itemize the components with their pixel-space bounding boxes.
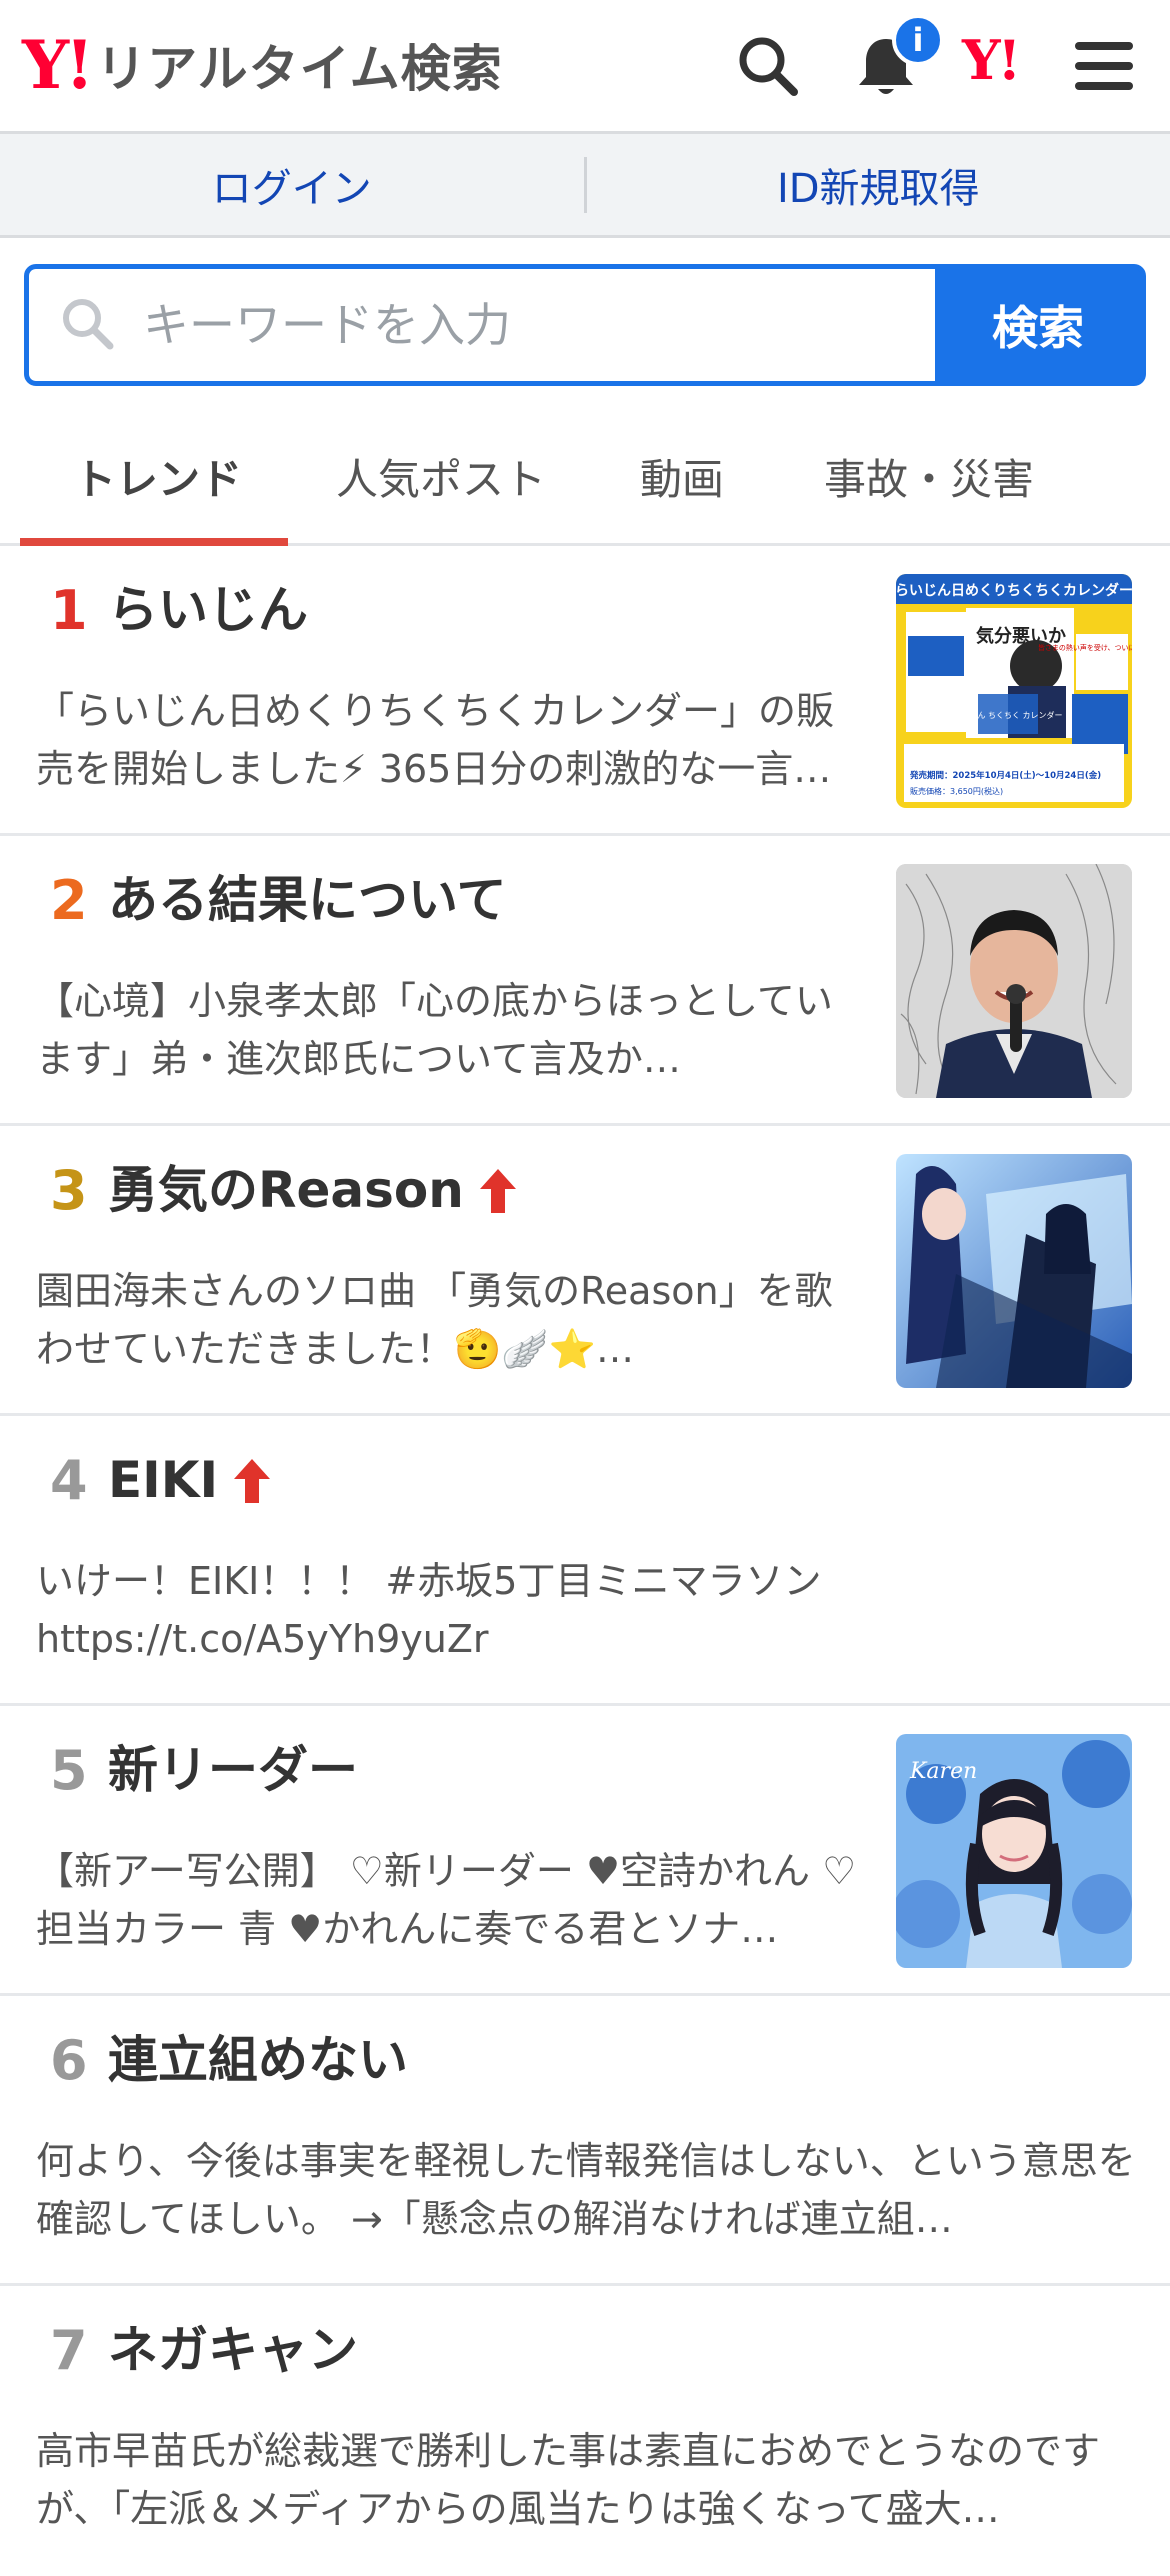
rising-arrow-icon [478,1167,518,1215]
trend-item-3[interactable]: 3 勇気のReason 園田海未さんのソロ曲 「勇気のReason」を歌わせてい… [0,1126,1170,1416]
trend-item-2[interactable]: 2 ある結果について 【心境】小泉孝太郎「心の底からほっとしています」弟・進次郎… [0,836,1170,1126]
yahoo-japan-logo-icon[interactable]: Y! [962,28,1018,92]
trend-rank: 7 [50,2324,88,2378]
trend-thumbnail-person[interactable] [896,864,1132,1098]
search-field-icon [59,295,115,355]
search-button[interactable]: 検索 [935,269,1141,381]
trend-description: 何より、今後は事実を軽視した情報発信はしない、という意思を確認してほしい。 →「… [36,2132,1136,2248]
trend-title: 連立組めない [108,2032,408,2090]
trend-rank: 3 [50,1164,88,1218]
tab-popular-posts[interactable]: 人気ポスト [336,446,546,507]
hamburger-menu-icon[interactable] [1064,26,1144,106]
trend-rank: 6 [50,2034,88,2088]
trend-item-5[interactable]: 5 新リーダー 【新アー写公開】 ♡新リーダー ♥空詩かれん ♡担当カラー 青 … [0,1706,1170,1996]
trend-description: 【新アー写公開】 ♡新リーダー ♥空詩かれん ♡担当カラー 青 ♥かれんに奏でる… [36,1842,866,1958]
app-header: Y! リアルタイム検索 i Y! [0,0,1170,134]
trend-title: 勇気のReason [108,1162,518,1220]
trend-description: いけー！EIKI！！！ #赤坂5丁目ミニマラソン https://t.co/A5… [36,1552,1136,1668]
trend-thumbnail-calendar[interactable]: らいじん日めくりちくちくカレンダー 気分悪いか 皆さまの熱い声を受け、ついに商品… [896,574,1132,808]
trend-description: 高市早苗氏が総裁選で勝利した事は素直におめでとうなのですが、「左派＆メディアから… [36,2422,1136,2538]
trend-description: 園田海未さんのソロ曲 「勇気のReason」を歌わせていただきました！🫡🪽⭐… [36,1262,866,1378]
trend-description: 【心境】小泉孝太郎「心の底からほっとしています」弟・進次郎氏について言及か… [36,972,866,1088]
search-input[interactable] [141,297,841,353]
trend-item-6[interactable]: 6 連立組めない 何より、今後は事実を軽視した情報発信はしない、という意思を確認… [0,1996,1170,2286]
trend-rank: 5 [50,1744,88,1798]
thumb-price-text: 販売価格：3,650円(税込) [910,786,1003,796]
thumb-banner-text: らいじん日めくりちくちくカレンダー [896,582,1132,599]
trend-title: ある結果について [108,872,507,930]
trend-thumbnail-idol[interactable]: Karen [896,1734,1132,1968]
search-icon[interactable] [728,26,808,106]
tab-accidents-disasters[interactable]: 事故・災害 [824,446,1034,507]
trend-thumbnail-anime[interactable] [896,1154,1132,1388]
trend-title: らいじん [108,582,308,640]
trend-rank: 2 [50,874,88,928]
trend-rank: 4 [50,1454,88,1508]
thumb-callout-text: 皆さまの熱い声を受け、ついに商品化!! [1038,643,1132,652]
thumb-caption-text: Karen [909,1759,977,1784]
category-tabs: トレンド 人気ポスト 動画 事故・災害 [0,410,1170,546]
trend-title: EIKI [108,1452,272,1510]
trend-description: 「らいじん日めくりちくちくカレンダー」の販売を開始しました⚡ 365日分の刺激的… [36,682,866,798]
search-box: 検索 [24,264,1146,386]
thumb-period-text: 発売期間：2025年10月4日(土)〜10月24日(金) [909,770,1101,781]
logo-text: リアルタイム検索 [96,29,503,101]
rising-arrow-icon [232,1457,272,1505]
trend-item-1[interactable]: 1 らいじん 「らいじん日めくりちくちくカレンダー」の販売を開始しました⚡ 36… [0,546,1170,836]
trend-rank: 1 [50,584,88,638]
yahoo-realtime-logo[interactable]: Y! リアルタイム検索 [22,30,503,100]
tab-videos[interactable]: 動画 [640,446,724,507]
login-bar: ログイン ID新規取得 [0,134,1170,238]
trend-item-4[interactable]: 4 EIKI いけー！EIKI！！！ #赤坂5丁目ミニマラソン https://… [0,1416,1170,1706]
tab-trend[interactable]: トレンド [74,446,242,507]
thumb-product-text: らいじん ちくちく カレンダー [953,710,1062,720]
logo-mark: Y! [22,32,90,98]
login-link[interactable]: ログイン [0,156,584,214]
trend-title: 新リーダー [108,1742,358,1800]
search-field [29,269,935,381]
signup-link[interactable]: ID新規取得 [587,156,1170,214]
trend-item-7[interactable]: 7 ネガキャン 高市早苗氏が総裁選で勝利した事は素直におめでとうなのですが、「左… [0,2286,1170,2576]
notification-badge: i [892,14,944,66]
trend-title: ネガキャン [108,2322,358,2380]
active-tab-indicator [20,538,288,546]
